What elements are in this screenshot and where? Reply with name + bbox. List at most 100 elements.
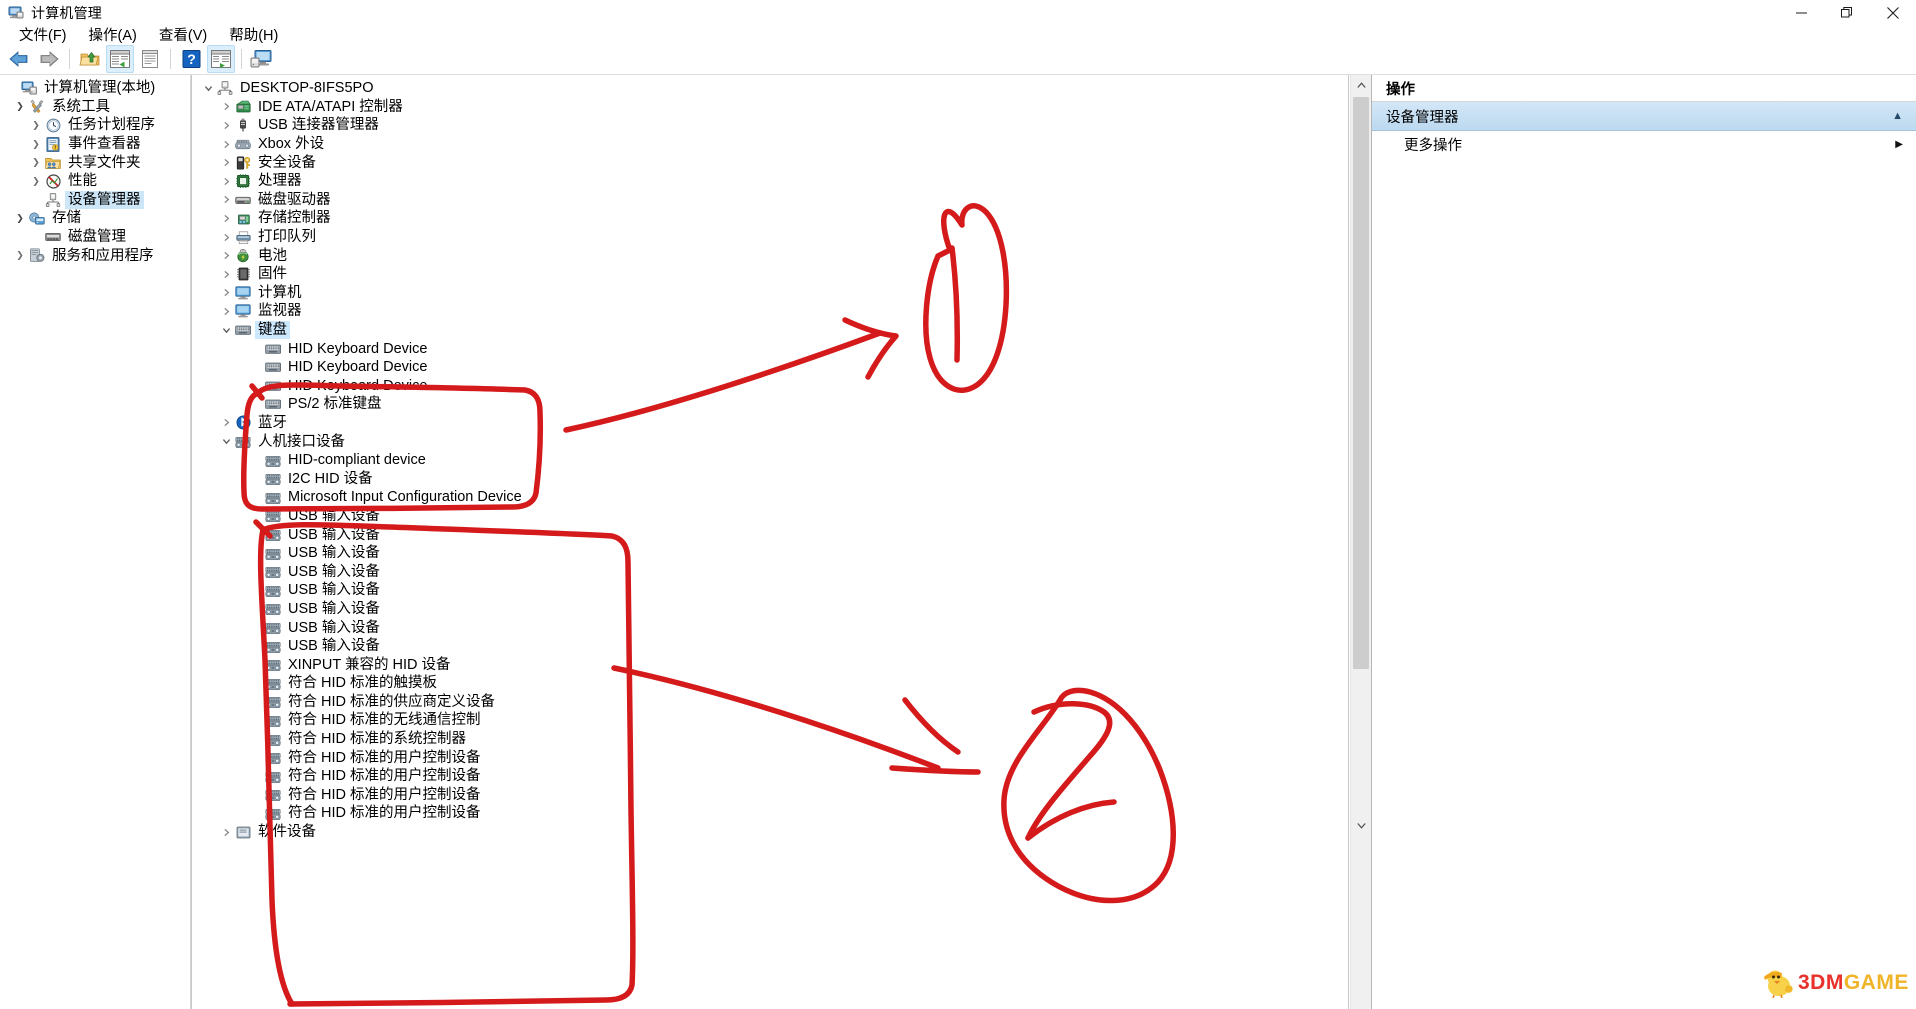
device-category-row[interactable]: 打印队列 <box>192 228 1348 247</box>
minimize-button[interactable] <box>1778 0 1824 25</box>
device-item-row[interactable]: USB 输入设备 <box>192 618 1348 637</box>
device-category-row[interactable]: 存储控制器 <box>192 209 1348 228</box>
action-more-actions[interactable]: 更多操作 ▶ <box>1372 131 1916 157</box>
chevron-right-icon[interactable] <box>218 824 234 840</box>
device-category-row[interactable]: 监视器 <box>192 302 1348 321</box>
device-item-row[interactable]: I2C HID 设备 <box>192 469 1348 488</box>
device-item-row[interactable]: 符合 HID 标准的供应商定义设备 <box>192 693 1348 712</box>
scroll-up-arrow-icon[interactable] <box>1351 75 1371 95</box>
device-item-row[interactable]: USB 输入设备 <box>192 525 1348 544</box>
device-item-row[interactable]: USB 输入设备 <box>192 581 1348 600</box>
sidebar-item-disk-management[interactable]: 磁盘管理 <box>0 228 190 247</box>
device-category-row[interactable]: USB 连接器管理器 <box>192 116 1348 135</box>
chevron-down-icon[interactable] <box>200 80 216 96</box>
chevron-right-icon[interactable] <box>218 155 234 171</box>
chevron-right-icon[interactable] <box>218 266 234 282</box>
chevron-down-icon[interactable] <box>218 322 234 338</box>
chevron-right-icon[interactable] <box>218 229 234 245</box>
up-one-level-button[interactable] <box>76 45 104 73</box>
properties-button[interactable] <box>136 45 164 73</box>
device-category-row[interactable]: 键盘 <box>192 321 1348 340</box>
device-item-row[interactable]: PS/2 标准键盘 <box>192 395 1348 414</box>
sidebar-item-event-viewer[interactable]: ❯ 事件查看器 <box>0 135 190 154</box>
menu-view[interactable]: 查看(V) <box>148 23 218 46</box>
menu-help[interactable]: 帮助(H) <box>218 23 289 46</box>
device-item-row[interactable]: 符合 HID 标准的用户控制设备 <box>192 804 1348 823</box>
show-console-tree-button[interactable] <box>106 45 134 73</box>
device-item-row[interactable]: XINPUT 兼容的 HID 设备 <box>192 655 1348 674</box>
actions-section-device-manager[interactable]: 设备管理器 ▲ <box>1372 102 1916 131</box>
device-item-row[interactable]: USB 输入设备 <box>192 562 1348 581</box>
chevron-down-icon[interactable]: ❯ <box>12 210 28 226</box>
menu-action[interactable]: 操作(A) <box>78 23 148 46</box>
forward-button[interactable] <box>35 45 63 73</box>
device-item-row[interactable]: 符合 HID 标准的用户控制设备 <box>192 767 1348 786</box>
chevron-up-icon[interactable]: ▲ <box>1892 110 1903 122</box>
help-button[interactable]: ? <box>177 45 205 73</box>
console-tree-pane[interactable]: 计算机管理(本地) ❯ 系统工具 ❯ 任务计划程序 ❯ 事件查看器 ❯ 共享文件… <box>0 75 191 1009</box>
sidebar-item-performance[interactable]: ❯ 性能 <box>0 172 190 191</box>
menu-file[interactable]: 文件(F) <box>8 23 78 46</box>
device-category-row[interactable]: 处理器 <box>192 172 1348 191</box>
device-category-row[interactable]: 计算机 <box>192 284 1348 303</box>
close-button[interactable] <box>1870 0 1916 25</box>
device-item-row[interactable]: HID Keyboard Device <box>192 358 1348 377</box>
device-item-row[interactable]: USB 输入设备 <box>192 507 1348 526</box>
restore-button[interactable] <box>1824 0 1870 25</box>
chevron-right-icon[interactable] <box>218 248 234 264</box>
sidebar-item-device-manager[interactable]: 设备管理器 <box>0 190 190 210</box>
device-item-row[interactable]: HID Keyboard Device <box>192 377 1348 396</box>
chevron-right-icon[interactable]: ❯ <box>12 248 28 264</box>
chevron-right-icon[interactable] <box>218 415 234 431</box>
device-item-row[interactable]: USB 输入设备 <box>192 544 1348 563</box>
device-category-row[interactable]: 软件设备 <box>192 823 1348 842</box>
scan-hardware-button[interactable] <box>248 45 276 73</box>
chevron-right-icon[interactable] <box>218 285 234 301</box>
vertical-scrollbar[interactable] <box>1350 75 1371 1009</box>
chevron-right-icon[interactable] <box>218 99 234 115</box>
back-button[interactable] <box>5 45 33 73</box>
device-item-row[interactable]: 符合 HID 标准的无线通信控制 <box>192 711 1348 730</box>
export-list-button[interactable] <box>207 45 235 73</box>
device-tree-root-node[interactable]: DESKTOP-8IFS5PO <box>192 79 1348 98</box>
device-item-row[interactable]: 符合 HID 标准的触摸板 <box>192 674 1348 693</box>
chevron-right-icon[interactable] <box>218 173 234 189</box>
tree-node-storage[interactable]: ❯ 存储 <box>0 209 190 228</box>
device-item-row[interactable]: USB 输入设备 <box>192 600 1348 619</box>
tree-node-services-and-applications[interactable]: ❯ 服务和应用程序 <box>0 246 190 265</box>
tree-node-system-tools[interactable]: ❯ 系统工具 <box>0 98 190 117</box>
scrollbar-track[interactable] <box>1351 95 1371 815</box>
device-category-row[interactable]: 磁盘驱动器 <box>192 191 1348 210</box>
device-tree-pane[interactable]: DESKTOP-8IFS5PO IDE ATA/ATAPI 控制器 USB 连接器管… <box>191 75 1349 1009</box>
chevron-right-icon[interactable]: ❯ <box>28 136 44 152</box>
chevron-down-icon[interactable]: ❯ <box>12 99 28 115</box>
chevron-right-icon[interactable] <box>218 117 234 133</box>
chevron-right-icon[interactable] <box>218 210 234 226</box>
device-category-row[interactable]: 蓝牙 <box>192 414 1348 433</box>
device-item-row[interactable]: HID Keyboard Device <box>192 339 1348 358</box>
chevron-right-icon[interactable]: ❯ <box>28 173 44 189</box>
device-category-row[interactable]: Xbox 外设 <box>192 135 1348 154</box>
device-item-row[interactable]: 符合 HID 标准的系统控制器 <box>192 730 1348 749</box>
device-item-row[interactable]: 符合 HID 标准的用户控制设备 <box>192 748 1348 767</box>
sidebar-item-shared-folders[interactable]: ❯ 共享文件夹 <box>0 153 190 172</box>
chevron-right-icon[interactable] <box>218 303 234 319</box>
chevron-right-icon[interactable] <box>218 192 234 208</box>
device-category-row[interactable]: 电池 <box>192 246 1348 265</box>
device-category-row[interactable]: IDE ATA/ATAPI 控制器 <box>192 98 1348 117</box>
scroll-down-arrow-icon[interactable] <box>1351 815 1371 835</box>
device-category-row[interactable]: 人机接口设备 <box>192 432 1348 451</box>
chevron-right-icon[interactable]: ❯ <box>28 117 44 133</box>
device-item-row[interactable]: HID-compliant device <box>192 451 1348 470</box>
sidebar-item-task-scheduler[interactable]: ❯ 任务计划程序 <box>0 116 190 135</box>
device-item-row[interactable]: Microsoft Input Configuration Device <box>192 488 1348 507</box>
chevron-right-icon[interactable] <box>218 136 234 152</box>
device-item-row[interactable]: USB 输入设备 <box>192 637 1348 656</box>
tree-node-computer-management[interactable]: 计算机管理(本地) <box>0 79 190 98</box>
device-item-row[interactable]: 符合 HID 标准的用户控制设备 <box>192 786 1348 805</box>
device-tree-list[interactable]: DESKTOP-8IFS5PO IDE ATA/ATAPI 控制器 USB 连接器管… <box>192 75 1348 841</box>
chevron-down-icon[interactable] <box>218 434 234 450</box>
device-category-row[interactable]: 安全设备 <box>192 153 1348 172</box>
scrollbar-thumb[interactable] <box>1353 97 1369 669</box>
chevron-right-icon[interactable]: ❯ <box>28 155 44 171</box>
